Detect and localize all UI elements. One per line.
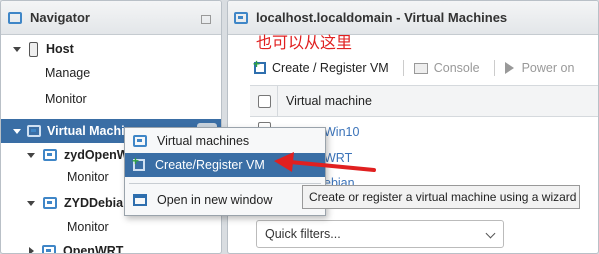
menu-item-open-window-label: Open in new window (157, 193, 273, 207)
console-button[interactable]: Console (413, 61, 480, 75)
tree-item-vm1-monitor[interactable]: Monitor (67, 165, 109, 189)
manage-label: Manage (45, 66, 91, 80)
vm-group-icon (234, 11, 248, 24)
tree-item-vm2[interactable]: ZYDDebia (27, 191, 123, 215)
annotation-text: 也可以从这里 (256, 33, 353, 52)
vm-icon (42, 245, 56, 253)
tree-item-host[interactable]: Host (13, 37, 74, 61)
grid-header: Virtual machine (250, 85, 598, 117)
tree-item-vm2-monitor[interactable]: Monitor (67, 215, 109, 239)
collapse-icon[interactable] (201, 15, 211, 24)
create-vm-icon (253, 57, 266, 74)
caret-down-icon[interactable] (13, 128, 21, 134)
console-icon (413, 62, 428, 74)
create-label: Create / Register VM (272, 61, 389, 75)
annotation-arrow-icon (274, 152, 376, 172)
host-label: Host (46, 42, 74, 56)
play-icon (504, 62, 514, 74)
vm2-label: ZYDDebia (64, 196, 124, 210)
console-label: Console (433, 61, 480, 75)
caret-down-icon[interactable] (27, 152, 35, 158)
toolbar: Create / Register VM Console Power on (228, 57, 598, 79)
caret-right-icon[interactable] (29, 247, 34, 253)
toolbar-divider (493, 60, 495, 76)
tree-item-manage[interactable]: Manage (45, 61, 90, 85)
tree-item-monitor[interactable]: Monitor (45, 87, 87, 111)
host-icon (29, 41, 38, 57)
quick-filters-label: Quick filters... (265, 227, 341, 241)
toolbar-divider (402, 60, 404, 76)
navigator-title: Navigator (30, 10, 90, 25)
chevron-down-icon (485, 228, 496, 239)
power-on-button[interactable]: Power on (504, 61, 575, 75)
menu-divider (129, 183, 321, 184)
vm-group-icon (27, 125, 41, 137)
context-menu-header-label: Virtual machines (157, 134, 250, 148)
vm-group-icon (133, 135, 147, 147)
select-all-checkbox[interactable] (258, 94, 271, 108)
create-register-vm-button[interactable]: Create / Register VM (253, 57, 389, 75)
vm2-monitor-label: Monitor (67, 220, 109, 234)
column-divider (277, 85, 278, 117)
tree-item-vm3[interactable]: OpenWRT (29, 239, 124, 254)
vm1-label: zydOpenW (64, 148, 129, 162)
poweron-label: Power on (521, 61, 575, 75)
quick-filters-select[interactable]: Quick filters... (256, 220, 504, 248)
navigator-icon (8, 11, 22, 24)
page-title: localhost.localdomain - Virtual Machines (256, 10, 508, 25)
new-window-icon (133, 194, 147, 206)
column-header-virtual-machine[interactable]: Virtual machine (286, 94, 372, 108)
vm1-monitor-label: Monitor (67, 170, 109, 184)
caret-down-icon[interactable] (13, 46, 21, 52)
navigator-header: Navigator (1, 1, 221, 35)
menu-item-open-new-window[interactable]: Open in new window (125, 188, 325, 212)
create-vm-icon (132, 154, 145, 171)
vm-icon (43, 197, 57, 209)
vm-row-link[interactable]: Win10 (324, 125, 359, 139)
menu-item-create-label: Create/Register VM (155, 158, 265, 172)
vm-icon (43, 149, 57, 161)
tree-item-vm1[interactable]: zydOpenW (27, 143, 129, 167)
caret-down-icon[interactable] (27, 200, 35, 206)
monitor-label: Monitor (45, 92, 87, 106)
tooltip: Create or register a virtual machine usi… (302, 185, 580, 209)
vm3-label: OpenWRT (63, 244, 124, 254)
